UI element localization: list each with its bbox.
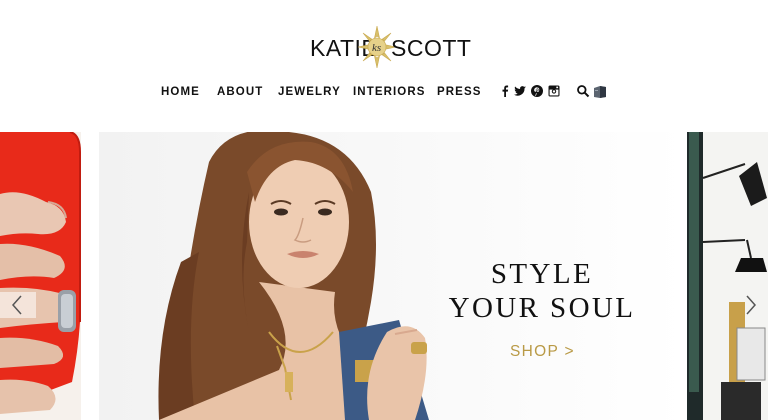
interior-lamp-image bbox=[687, 132, 768, 420]
slide-main: STYLE YOUR SOUL SHOP > bbox=[99, 132, 687, 420]
slide-preview-left[interactable] bbox=[0, 132, 81, 420]
nav-interiors[interactable]: INTERIORS bbox=[353, 86, 426, 98]
chevron-left-icon bbox=[11, 295, 22, 315]
twitter-icon[interactable] bbox=[513, 84, 527, 98]
slide-preview-right[interactable] bbox=[687, 132, 768, 420]
hand-ring-image bbox=[0, 132, 81, 420]
nav-jewelry[interactable]: JEWELRY bbox=[278, 86, 341, 98]
nav-home[interactable]: HOME bbox=[161, 86, 200, 98]
chevron-right-icon bbox=[746, 295, 757, 315]
slider-prev-button[interactable] bbox=[0, 292, 36, 318]
nav-press[interactable]: PRESS bbox=[437, 86, 482, 98]
shop-link[interactable]: SHOP > bbox=[510, 343, 575, 361]
facebook-icon[interactable] bbox=[498, 84, 512, 98]
search-icon[interactable] bbox=[576, 84, 590, 98]
pinterest-icon[interactable] bbox=[530, 84, 544, 98]
nav-about[interactable]: ABOUT bbox=[217, 86, 263, 98]
hero-headline-line1: STYLE bbox=[490, 258, 594, 290]
hero-slider: STYLE YOUR SOUL SHOP > bbox=[0, 132, 768, 420]
site-logo[interactable]: KATIE ks SCOTT bbox=[0, 24, 768, 70]
logo-text-scott: SCOTT bbox=[391, 35, 472, 61]
slider-next-button[interactable] bbox=[732, 292, 768, 318]
bag-icon[interactable] bbox=[592, 84, 607, 98]
instagram-icon[interactable] bbox=[547, 84, 561, 98]
hero-headline-line2: YOUR SOUL bbox=[448, 292, 636, 324]
svg-text:ks: ks bbox=[372, 42, 381, 54]
main-nav: HOME ABOUT JEWELRY INTERIORS PRESS bbox=[0, 84, 768, 102]
